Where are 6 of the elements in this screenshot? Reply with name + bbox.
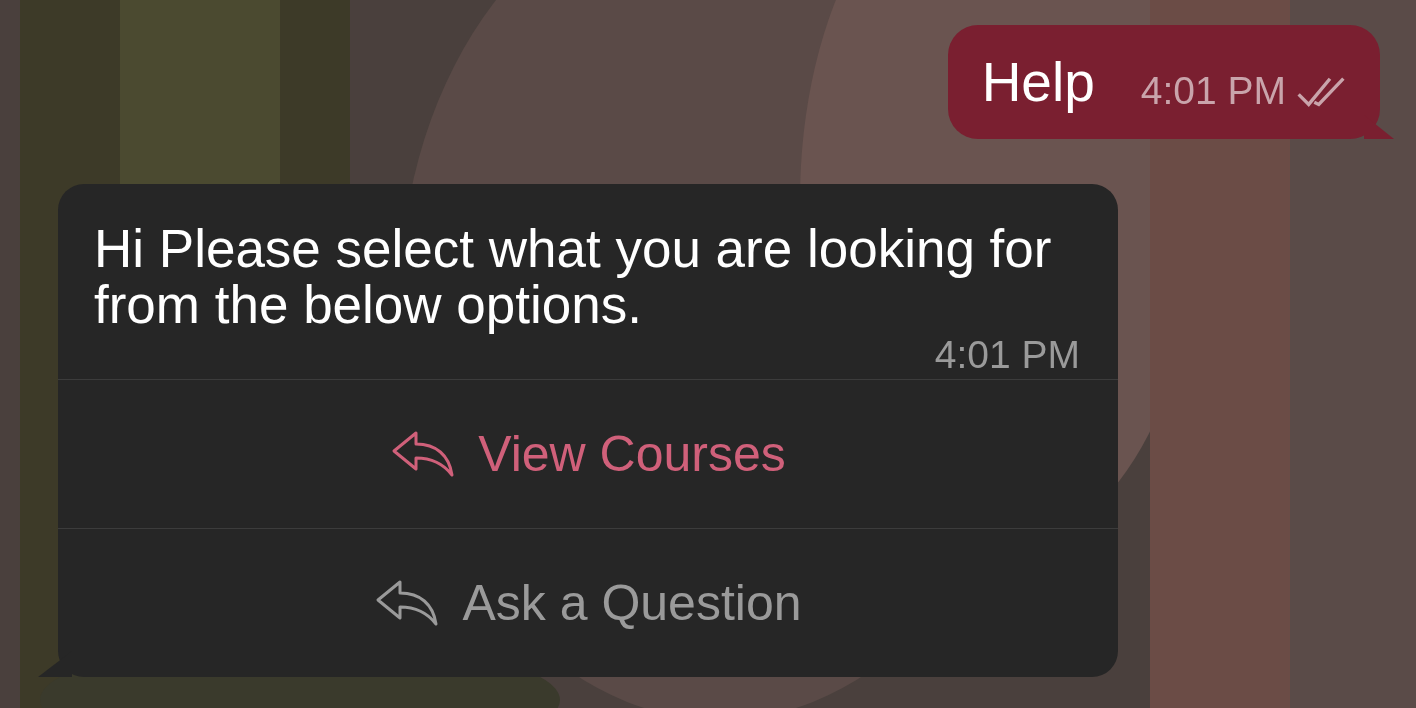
reply-option[interactable]: Ask a Question	[58, 528, 1118, 677]
message-time: 4:01 PM	[1140, 69, 1286, 113]
reply-option[interactable]: View Courses	[58, 379, 1118, 528]
message-text: Hi Please select what you are looking for from the below options.	[94, 221, 1053, 333]
message-time: 4:01 PM	[934, 335, 1080, 375]
message-text: Help	[981, 51, 1095, 113]
